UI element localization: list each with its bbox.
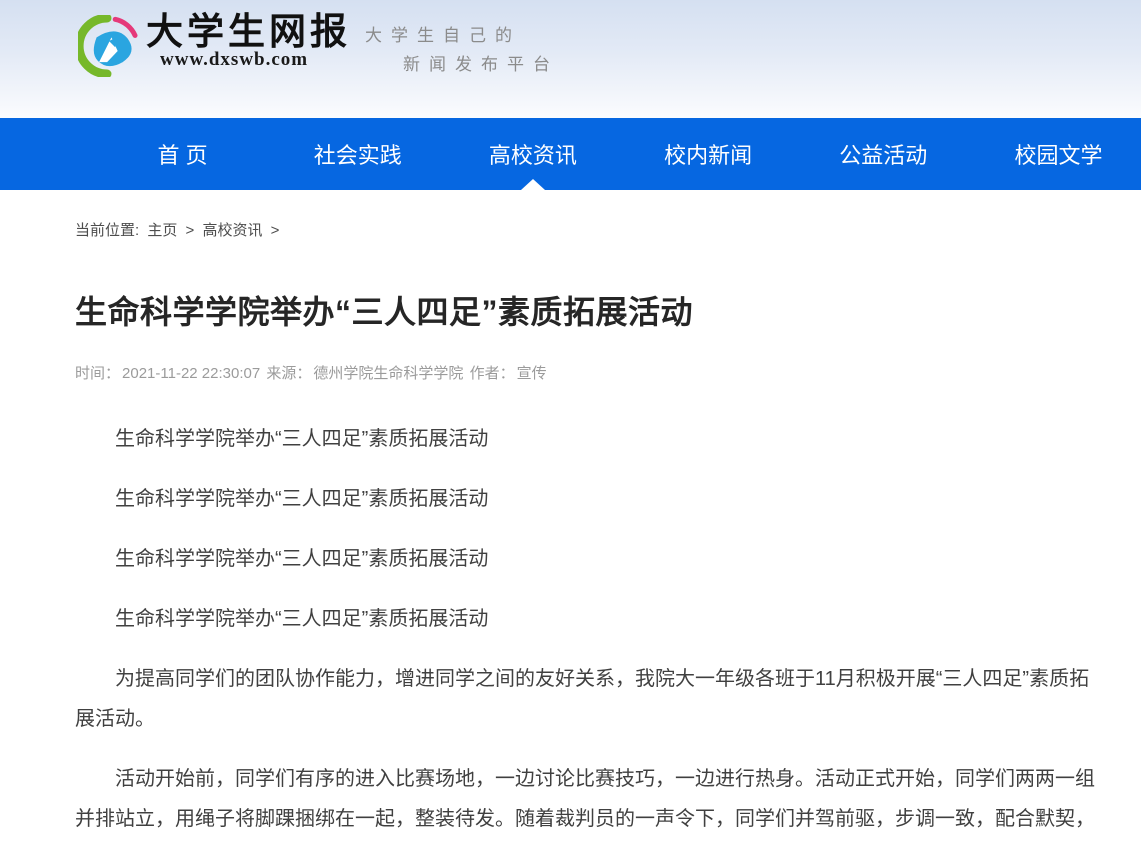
nav-item-campus-news[interactable]: 校内新闻	[621, 118, 796, 190]
breadcrumb-prefix: 当前位置:	[75, 222, 139, 239]
site-logo-icon	[78, 15, 140, 77]
article-paragraph: 生命科学学院举办“三人四足”素质拓展活动	[75, 419, 1106, 459]
active-tab-arrow	[521, 179, 545, 190]
meta-author-value: 宣传	[517, 365, 547, 382]
article-paragraph: 为提高同学们的团队协作能力，增进同学之间的友好关系，我院大一年级各班于11月积极…	[75, 659, 1106, 739]
nav-item-label: 公益活动	[839, 138, 927, 170]
breadcrumb-separator: >	[271, 222, 280, 239]
nav-item-college-news[interactable]: 高校资讯	[445, 118, 620, 190]
nav-item-label: 首 页	[158, 138, 208, 170]
page-right-edge	[1141, 0, 1146, 851]
nav-item-social-practice[interactable]: 社会实践	[270, 118, 445, 190]
logo-text-block: 大学生网报 www.dxswb.com	[146, 13, 351, 71]
article-paragraph: 生命科学学院举办“三人四足”素质拓展活动	[75, 539, 1106, 579]
article-paragraph: 生命科学学院举办“三人四足”素质拓展活动	[75, 479, 1106, 519]
nav-item-label: 校园文学	[1014, 138, 1102, 170]
article-title: 生命科学学院举办“三人四足”素质拓展活动	[75, 287, 1146, 333]
meta-source-value: 德州学院生命科学学院	[313, 365, 463, 382]
nav-item-campus-literature[interactable]: 校园文学	[971, 118, 1146, 190]
breadcrumb-separator: >	[186, 222, 195, 239]
meta-author-label: 作者：	[470, 365, 515, 382]
article-body: 生命科学学院举办“三人四足”素质拓展活动 生命科学学院举办“三人四足”素质拓展活…	[75, 419, 1106, 839]
breadcrumb: 当前位置: 主页 > 高校资讯 >	[75, 219, 1146, 240]
article-paragraph: 活动开始前，同学们有序的进入比赛场地，一边讨论比赛技巧，一边进行热身。活动正式开…	[75, 759, 1106, 839]
nav-item-label: 高校资讯	[489, 138, 577, 170]
site-tagline: 大学生自己的 新闻发布平台	[365, 21, 559, 75]
meta-source-label: 来源：	[266, 365, 311, 382]
tagline-line1: 大学生自己的	[365, 21, 559, 46]
meta-time-value: 2021-11-22 22:30:07	[122, 365, 260, 382]
main-navigation: 首 页 社会实践 高校资讯 校内新闻 公益活动 校园文学	[0, 118, 1146, 190]
tagline-line2: 新闻发布平台	[403, 50, 559, 75]
nav-item-public-welfare[interactable]: 公益活动	[796, 118, 971, 190]
breadcrumb-link-home[interactable]: 主页	[147, 222, 177, 239]
nav-item-home[interactable]: 首 页	[95, 118, 270, 190]
article-paragraph: 生命科学学院举办“三人四足”素质拓展活动	[75, 599, 1106, 639]
site-title: 大学生网报	[146, 13, 351, 53]
nav-item-label: 社会实践	[314, 138, 402, 170]
meta-time-label: 时间：	[75, 365, 120, 382]
main-content: 当前位置: 主页 > 高校资讯 > 生命科学学院举办“三人四足”素质拓展活动 时…	[0, 219, 1146, 839]
nav-item-label: 校内新闻	[664, 138, 752, 170]
site-header: 大学生网报 www.dxswb.com 大学生自己的 新闻发布平台	[0, 0, 1146, 118]
breadcrumb-link-section[interactable]: 高校资讯	[202, 222, 262, 239]
article-meta: 时间：2021-11-22 22:30:07 来源：德州学院生命科学学院 作者：…	[75, 362, 1146, 383]
